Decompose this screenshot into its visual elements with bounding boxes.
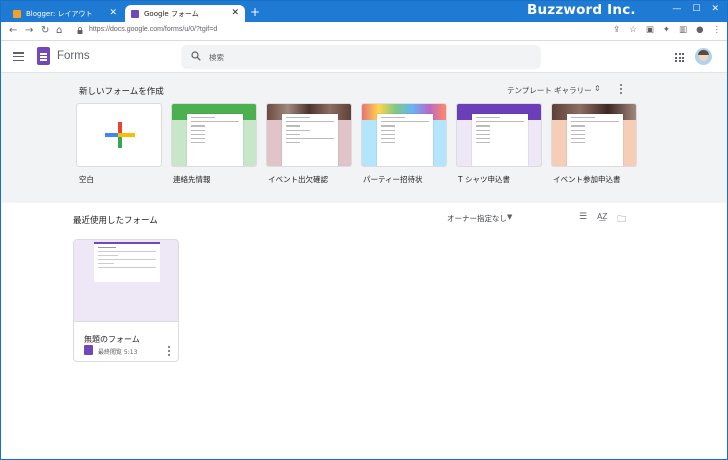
template-preview <box>567 114 623 166</box>
template-label: 空白 <box>79 175 94 184</box>
template-label: イベント参加申込書 <box>553 175 621 184</box>
template-tshirt-signup[interactable] <box>456 103 542 167</box>
close-window-button[interactable]: ✕ <box>711 4 719 14</box>
forms-icon <box>84 345 93 355</box>
forms-icon <box>131 9 139 18</box>
template-event-rsvp[interactable] <box>266 103 352 167</box>
bookmark-star-icon[interactable]: ☆ <box>629 25 637 35</box>
form-name: 無題のフォーム <box>84 335 140 344</box>
template-label: パーティー招待状 <box>363 175 423 184</box>
form-thumbnail <box>74 240 178 322</box>
unfold-icon[interactable]: ⇕ <box>594 84 601 93</box>
back-arrow-icon[interactable]: ← <box>9 25 17 37</box>
owner-filter-dropdown[interactable]: オーナー指定なし <box>447 213 507 224</box>
avatar[interactable] <box>695 48 712 65</box>
minimize-button[interactable]: — <box>672 4 681 14</box>
brand-watermark: Buzzword Inc. <box>527 2 636 18</box>
url-text: https://docs.google.com/forms/u/0/?tgif=… <box>89 26 218 33</box>
sidepanel-icon[interactable]: ▥ <box>679 25 687 35</box>
template-label: 連絡先情報 <box>173 175 211 184</box>
form-last-opened: 最終閲覧 5:13 <box>98 349 138 356</box>
tab-blogger[interactable]: Blogger: レイアウト ✕ <box>7 5 123 22</box>
url-field[interactable]: https://docs.google.com/forms/u/0/?tgif=… <box>69 24 634 39</box>
view-options: ☰ A͢Z 🗀 <box>579 212 626 228</box>
app-title[interactable]: Forms <box>57 50 90 62</box>
hamburger-menu-icon[interactable] <box>13 52 24 62</box>
template-preview <box>472 114 528 166</box>
section-title: 新しいフォームを作成 <box>79 87 164 97</box>
extension-icon[interactable]: ▣ <box>646 25 654 35</box>
plus-icon <box>105 122 135 148</box>
template-label: T シャツ申込書 <box>458 175 510 184</box>
template-gallery-button[interactable]: テンプレート ギャラリー <box>507 85 592 96</box>
new-tab-button[interactable]: + <box>250 5 260 19</box>
template-preview <box>187 114 243 166</box>
search-placeholder: 検索 <box>209 53 224 62</box>
close-icon[interactable]: ✕ <box>109 8 117 18</box>
address-bar: ← → ↻ ⌂ https://docs.google.com/forms/u/… <box>1 22 727 41</box>
template-label: イベント出欠確認 <box>268 175 328 184</box>
template-blank[interactable] <box>76 103 162 167</box>
close-icon[interactable]: ✕ <box>231 8 239 18</box>
template-party-invite[interactable] <box>361 103 447 167</box>
template-event-registration[interactable] <box>551 103 637 167</box>
search-input[interactable]: 検索 <box>181 45 541 69</box>
tab-title: Blogger: レイアウト <box>26 9 93 18</box>
app-header: Forms 検索 <box>1 41 727 73</box>
recent-form-card[interactable]: 無題のフォーム 最終閲覧 5:13 <box>73 239 179 362</box>
template-preview <box>282 114 338 166</box>
toolbar-icons: ⇪ ☆ ▣ ✦ ▥ ● ⋮ <box>613 25 721 35</box>
search-icon <box>191 51 201 61</box>
lock-icon <box>77 27 83 34</box>
forms-logo-icon[interactable] <box>37 47 50 65</box>
title-bar: Blogger: レイアウト ✕ Google フォーム ✕ + Buzzwor… <box>1 1 727 22</box>
tab-google-forms[interactable]: Google フォーム ✕ <box>125 5 245 22</box>
caret-down-icon[interactable]: ▼ <box>507 213 512 221</box>
recent-forms-title: 最近使用したフォーム <box>73 216 158 226</box>
profile-icon[interactable]: ● <box>696 25 703 35</box>
template-section: 新しいフォームを作成 テンプレート ギャラリー ⇕ 空白 連絡先情報 イベント出 <box>1 73 727 203</box>
more-vert-icon[interactable] <box>620 84 623 95</box>
browser-window: Blogger: レイアウト ✕ Google フォーム ✕ + Buzzwor… <box>0 0 728 460</box>
blogger-icon <box>13 9 21 18</box>
home-icon[interactable]: ⌂ <box>56 25 62 37</box>
template-contact-info[interactable] <box>171 103 257 167</box>
browser-menu-icon[interactable]: ⋮ <box>713 25 722 35</box>
maximize-button[interactable]: ☐ <box>692 4 700 14</box>
puzzle-icon[interactable]: ✦ <box>663 25 670 35</box>
share-icon[interactable]: ⇪ <box>613 25 620 35</box>
list-view-icon[interactable]: ☰ <box>579 212 587 228</box>
tab-title: Google フォーム <box>144 9 199 18</box>
forward-arrow-icon[interactable]: → <box>25 25 33 37</box>
window-controls: — ☐ ✕ <box>672 4 719 14</box>
template-preview <box>377 114 433 166</box>
sort-az-icon[interactable]: A͢Z <box>597 212 607 228</box>
reload-icon[interactable]: ↻ <box>41 25 49 37</box>
google-apps-icon[interactable] <box>675 53 684 62</box>
more-vert-icon[interactable] <box>168 346 171 357</box>
folder-icon[interactable]: 🗀 <box>617 212 626 228</box>
